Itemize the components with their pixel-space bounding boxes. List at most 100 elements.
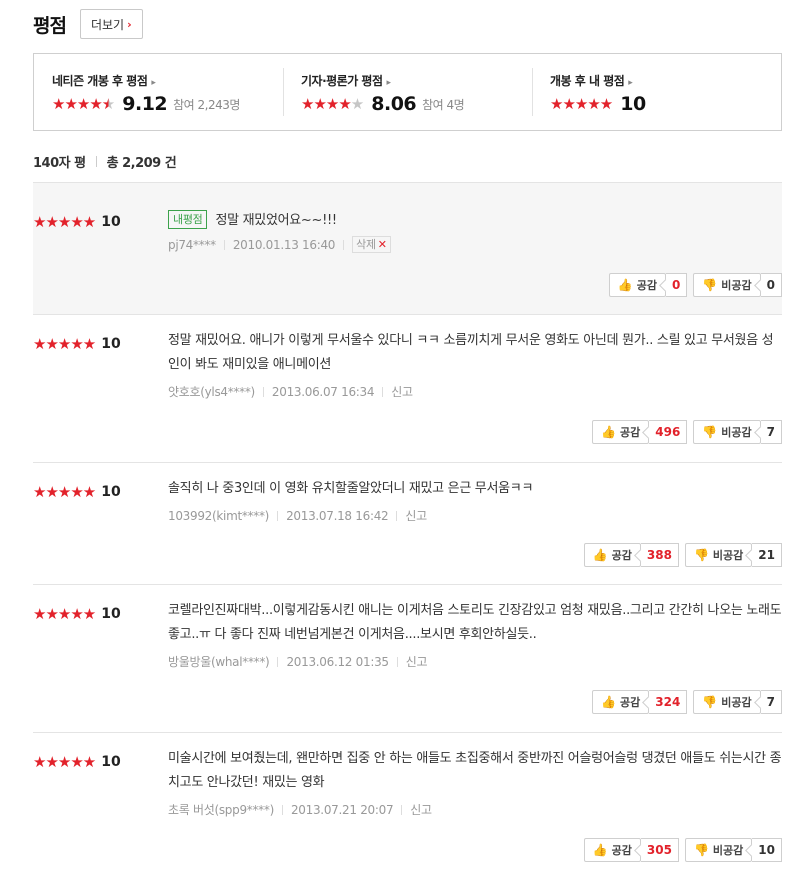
- review-item: ★★★★★ 10 솔직히 나 중3인데 이 영화 유치할줄알았더니 재밌고 은근…: [33, 462, 782, 584]
- rating-header: 평점 더보기 ›: [33, 8, 143, 40]
- review-date: 2013.06.07 16:34: [271, 384, 375, 399]
- agree-count: 0: [665, 273, 688, 297]
- caret-right-icon: ▸: [386, 78, 392, 88]
- review-total-count: 총 2,209 건: [106, 156, 177, 171]
- thumbs-down-icon: 👎: [702, 695, 718, 709]
- report-link[interactable]: 신고: [406, 653, 428, 670]
- review-date: 2013.06.12 01:35: [286, 654, 389, 669]
- report-link[interactable]: 신고: [391, 383, 413, 400]
- divider: [382, 386, 384, 397]
- score-label: 기자·평론가 평점 ▸: [301, 74, 392, 88]
- divider: [277, 510, 279, 521]
- score-label: 네티즌 개봉 후 평점 ▸: [52, 74, 156, 88]
- review-user[interactable]: 초록 버섯(spp9****): [168, 801, 274, 818]
- star-rating: ★★★★★: [33, 213, 96, 231]
- score-value: 10: [620, 93, 646, 115]
- divider: [277, 656, 279, 667]
- close-icon: ✕: [377, 238, 387, 251]
- divider: [401, 804, 403, 815]
- agree-button[interactable]: 👍 공감: [583, 838, 641, 862]
- caret-right-icon: ▸: [151, 78, 156, 88]
- critic-score-cell[interactable]: 기자·평론가 평점 ▸ ★★★★★ 8.06 참여 4명: [283, 54, 532, 130]
- review-user[interactable]: pj74****: [168, 238, 216, 252]
- disagree-button[interactable]: 👎 비공감: [693, 690, 761, 714]
- divider: [223, 239, 225, 250]
- thumbs-up-icon: 👍: [592, 843, 608, 857]
- review-type-label: 140자 평: [33, 156, 86, 171]
- participants-count: 참여 4명: [422, 97, 465, 112]
- star-rating: ★★★★★: [33, 605, 96, 623]
- score-value: 8.06: [371, 93, 417, 115]
- star-rating: ★★★★★: [301, 95, 364, 113]
- review-count-line: 140자 평 총 2,209 건: [33, 152, 177, 171]
- agree-count: 305: [640, 838, 679, 862]
- review-text: 정말 재밌었어요~~!!!: [215, 213, 337, 228]
- agree-count: 388: [640, 543, 679, 567]
- divider: [262, 386, 264, 397]
- disagree-count: 10: [752, 838, 782, 862]
- review-item: ★★★★★ 10 미술시간에 보여줬는데, 왠만하면 집중 안 하는 애들도 초…: [33, 732, 782, 868]
- thumbs-up-icon: 👍: [601, 425, 616, 439]
- thumbs-down-icon: 👎: [693, 548, 709, 562]
- report-link[interactable]: 신고: [405, 507, 427, 524]
- score-summary-box: 네티즌 개봉 후 평점 ▸ ★★★★★ 9.12 참여 2,243명 기자·평론가…: [33, 53, 782, 131]
- thumbs-down-icon: 👎: [702, 278, 718, 292]
- score-value: 9.12: [122, 93, 168, 115]
- review-item: ★★★★★ 10 코렐라인진짜대박...이렇게감동시킨 애니는 이게처음 스토리…: [33, 584, 782, 732]
- review-score: 10: [101, 484, 121, 500]
- agree-button[interactable]: 👍 공감: [583, 543, 641, 567]
- divider: [281, 804, 283, 815]
- disagree-button[interactable]: 👎 비공감: [684, 543, 753, 567]
- delete-button[interactable]: 삭제 ✕: [352, 236, 391, 253]
- star-rating: ★★★★★: [33, 335, 96, 353]
- thumbs-up-icon: 👍: [601, 695, 616, 709]
- star-rating: ★★★★★: [33, 753, 96, 771]
- review-user[interactable]: 얏호호(yls4****): [168, 383, 255, 400]
- my-score-cell[interactable]: 개봉 후 내 평점 ▸ ★★★★★ 10: [532, 54, 781, 130]
- agree-count: 324: [649, 690, 688, 714]
- review-user[interactable]: 방울방울(whal****): [168, 653, 270, 670]
- review-item: ★★★★★ 10 정말 재밌어요. 애니가 이렇게 무서울수 있다니 ㅋㅋ 소름…: [33, 314, 782, 462]
- section-title: 평점: [33, 14, 67, 37]
- review-date: 2013.07.18 16:42: [286, 508, 389, 523]
- agree-button[interactable]: 👍 공감: [608, 273, 666, 297]
- agree-count: 496: [649, 420, 688, 444]
- star-rating: ★★★★★: [550, 95, 613, 113]
- my-review-item: ★★★★★ 10 내평점 정말 재밌었어요~~!!! pj74**** 2010.…: [33, 182, 782, 314]
- thumbs-up-icon: 👍: [617, 278, 633, 292]
- review-text: 미술시간에 보여줬는데, 왠만하면 집중 안 하는 애들도 초집중해서 중반까진…: [168, 751, 782, 790]
- netizen-score-cell[interactable]: 네티즌 개봉 후 평점 ▸ ★★★★★ 9.12 참여 2,243명: [34, 54, 283, 130]
- review-user[interactable]: 103992(kimt****): [168, 509, 269, 523]
- review-score: 10: [101, 336, 121, 352]
- star-rating: ★★★★★: [33, 483, 96, 501]
- review-date: 2013.07.21 20:07: [290, 802, 394, 817]
- disagree-count: 7: [760, 420, 782, 444]
- review-text: 솔직히 나 중3인데 이 영화 유치할줄알았더니 재밌고 은근 무서움ㅋㅋ: [168, 481, 534, 496]
- star-rating: ★★★★★: [52, 95, 115, 113]
- divider: [95, 156, 97, 167]
- thumbs-up-icon: 👍: [592, 548, 608, 562]
- more-button[interactable]: 더보기 ›: [79, 9, 143, 39]
- disagree-button[interactable]: 👎 비공감: [693, 420, 761, 444]
- disagree-count: 0: [760, 273, 782, 297]
- report-link[interactable]: 신고: [410, 801, 432, 818]
- participants-count: 참여 2,243명: [173, 97, 240, 112]
- disagree-button[interactable]: 👎 비공감: [693, 273, 761, 297]
- my-review-badge: 내평점: [168, 210, 208, 229]
- review-score: 10: [101, 214, 121, 230]
- review-text: 정말 재밌어요. 애니가 이렇게 무서울수 있다니 ㅋㅋ 소름끼치게 무서운 영…: [168, 333, 774, 372]
- thumbs-down-icon: 👎: [693, 843, 709, 857]
- caret-right-icon: ▸: [628, 78, 633, 88]
- review-score: 10: [101, 606, 121, 622]
- disagree-button[interactable]: 👎 비공감: [684, 838, 753, 862]
- review-text: 코렐라인진짜대박...이렇게감동시킨 애니는 이게처음 스토리도 긴장감있고 엄…: [168, 603, 782, 642]
- divider: [396, 510, 398, 521]
- score-label: 개봉 후 내 평점 ▸: [550, 74, 633, 88]
- divider: [343, 239, 345, 250]
- chevron-right-icon: ›: [127, 17, 132, 31]
- disagree-count: 7: [760, 690, 782, 714]
- divider: [396, 656, 398, 667]
- review-score: 10: [101, 754, 121, 770]
- review-date: 2010.01.13 16:40: [232, 237, 336, 252]
- more-label: 더보기: [90, 17, 125, 32]
